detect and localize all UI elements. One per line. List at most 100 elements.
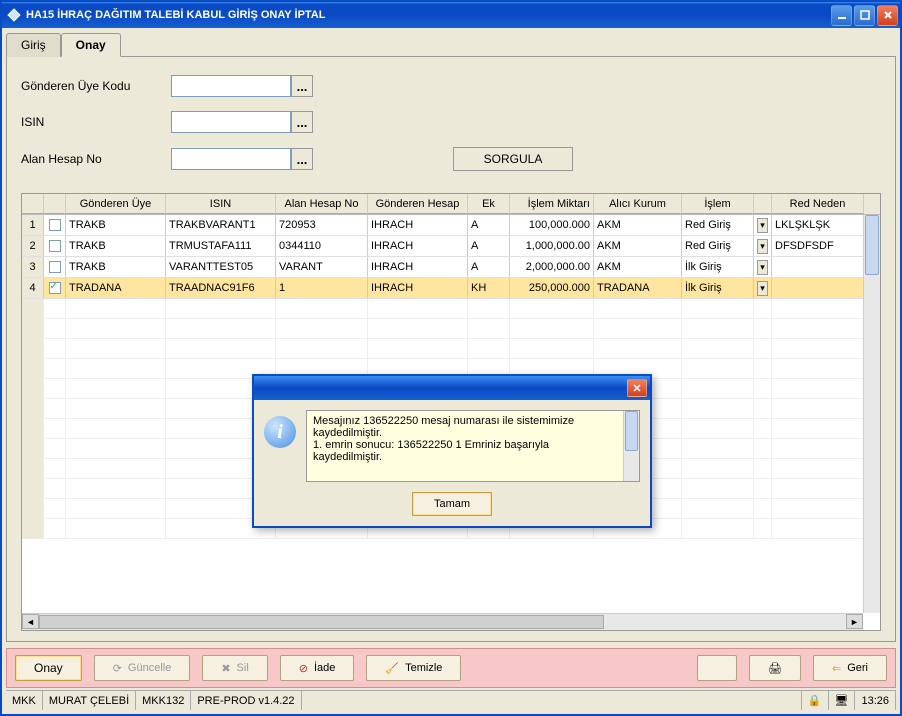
onay-button[interactable]: Onay <box>15 655 82 681</box>
cell-ek: A <box>468 236 510 256</box>
chevron-down-icon[interactable]: ▾ <box>757 239 768 254</box>
dialog-message: Mesajınız 136522250 mesaj numarası ile s… <box>306 410 640 482</box>
status-lock-icon: 🔒 <box>802 691 829 710</box>
col-red-neden[interactable]: Red Neden <box>772 194 864 214</box>
col-isin[interactable]: ISIN <box>166 194 276 214</box>
tab-giris[interactable]: Giriş <box>6 33 61 57</box>
isin-picker[interactable]: ... <box>291 111 313 133</box>
table-row[interactable]: 1TRAKBTRAKBVARANT1720953IHRACHA100,000.0… <box>22 215 880 236</box>
table-row[interactable]: 3TRAKBVARANTTEST05VARANTIHRACHA2,000,000… <box>22 257 880 278</box>
row-index: 1 <box>22 215 44 235</box>
dialog-close-button[interactable]: ✕ <box>627 379 647 397</box>
table-row[interactable]: 4TRADANATRAADNAC91F61IHRACHKH250,000.000… <box>22 278 880 299</box>
maximize-button[interactable] <box>854 5 875 26</box>
row-index: 2 <box>22 236 44 256</box>
cell-gonderen-hesap: IHRACH <box>368 257 468 277</box>
isin-label: ISIN <box>21 115 171 129</box>
alan-hesap-picker[interactable]: ... <box>291 148 313 170</box>
cell-islem-dropdown[interactable]: ▾ <box>754 257 772 277</box>
cancel-icon: ⊘ <box>299 662 308 675</box>
table-row[interactable]: 2TRAKBTRMUSTAFA1110344110IHRACHA1,000,00… <box>22 236 880 257</box>
status-env: PRE-PROD v1.4.22 <box>191 691 301 710</box>
back-icon: ⇐ <box>832 662 841 675</box>
blank-button-1[interactable] <box>697 655 737 681</box>
cell-isin: VARANTTEST05 <box>166 257 276 277</box>
row-checkbox[interactable] <box>44 278 66 298</box>
minimize-button[interactable] <box>831 5 852 26</box>
app-window: HA15 İHRAÇ DAĞITIM TALEBİ KABUL GİRİŞ ON… <box>0 0 902 716</box>
cell-gonderen-uye: TRAKB <box>66 257 166 277</box>
cell-ek: A <box>468 257 510 277</box>
info-icon: i <box>264 416 296 448</box>
app-icon <box>6 7 22 23</box>
iade-button[interactable]: ⊘İade <box>280 655 355 681</box>
print-button[interactable]: 🖨 <box>749 655 801 681</box>
guncelle-button[interactable]: ⟳Güncelle <box>94 655 191 681</box>
status-net-icon: 🖥 <box>829 691 856 710</box>
client-area: Giriş Onay Gönderen Üye Kodu ... ISIN ..… <box>2 28 900 714</box>
cell-gonderen-hesap: IHRACH <box>368 236 468 256</box>
dialog-titlebar: ✕ <box>254 376 650 400</box>
chevron-down-icon[interactable]: ▾ <box>757 218 768 233</box>
status-time: 13:26 <box>855 691 896 710</box>
cell-alan-hesap: 1 <box>276 278 368 298</box>
chevron-down-icon[interactable]: ▾ <box>757 260 768 275</box>
cell-kurum: AKM <box>594 215 682 235</box>
row-checkbox[interactable] <box>44 215 66 235</box>
col-gonderen-uye[interactable]: Gönderen Üye <box>66 194 166 214</box>
row-checkbox[interactable] <box>44 236 66 256</box>
cell-isin: TRAKBVARANT1 <box>166 215 276 235</box>
sil-button[interactable]: ✖Sil <box>202 655 267 681</box>
cell-miktar: 250,000.000 <box>510 278 594 298</box>
cell-gonderen-uye: TRAKB <box>66 236 166 256</box>
cell-islem: İlk Giriş <box>682 257 754 277</box>
gonderen-uye-input[interactable] <box>171 75 291 97</box>
close-button[interactable] <box>877 5 898 26</box>
cell-kurum: AKM <box>594 257 682 277</box>
refresh-icon: ⟳ <box>113 662 122 675</box>
col-alici-kurum[interactable]: Alıcı Kurum <box>594 194 682 214</box>
alan-hesap-label: Alan Hesap No <box>21 152 171 166</box>
grid-vscroll[interactable] <box>863 215 880 613</box>
row-index: 4 <box>22 278 44 298</box>
cell-gonderen-hesap: IHRACH <box>368 278 468 298</box>
cell-red-neden: DFSDFSDF <box>772 236 864 256</box>
hscroll-left[interactable]: ◄ <box>22 614 39 629</box>
gonderen-uye-label: Gönderen Üye Kodu <box>21 79 171 93</box>
cell-kurum: TRADANA <box>594 278 682 298</box>
cell-islem-dropdown[interactable]: ▾ <box>754 236 772 256</box>
col-ek[interactable]: Ek <box>468 194 510 214</box>
dialog-ok-button[interactable]: Tamam <box>412 492 492 516</box>
cell-gonderen-uye: TRAKB <box>66 215 166 235</box>
info-dialog: ✕ i Mesajınız 136522250 mesaj numarası i… <box>252 374 652 528</box>
grid-hscroll[interactable]: ◄ ► <box>22 613 863 630</box>
cell-islem: Red Giriş <box>682 236 754 256</box>
col-islem-miktari[interactable]: İşlem Miktarı <box>510 194 594 214</box>
cell-alan-hesap: VARANT <box>276 257 368 277</box>
cell-islem-dropdown[interactable]: ▾ <box>754 278 772 298</box>
row-index: 3 <box>22 257 44 277</box>
cell-gonderen-hesap: IHRACH <box>368 215 468 235</box>
cell-islem: Red Giriş <box>682 215 754 235</box>
col-gonderen-hesap[interactable]: Gönderen Hesap <box>368 194 468 214</box>
tab-onay[interactable]: Onay <box>61 33 121 57</box>
col-index <box>22 194 44 214</box>
isin-input[interactable] <box>171 111 291 133</box>
sorgula-button[interactable]: SORGULA <box>453 147 573 171</box>
tab-bar: Giriş Onay <box>6 33 896 57</box>
broom-icon: 🧹 <box>385 662 399 675</box>
row-checkbox[interactable] <box>44 257 66 277</box>
geri-button[interactable]: ⇐Geri <box>813 655 887 681</box>
status-user: MURAT ÇELEBİ <box>43 691 136 710</box>
cell-kurum: AKM <box>594 236 682 256</box>
chevron-down-icon[interactable]: ▾ <box>757 281 768 296</box>
empty-row <box>22 319 880 339</box>
cell-islem-dropdown[interactable]: ▾ <box>754 215 772 235</box>
dialog-msg-scroll[interactable] <box>623 411 639 481</box>
hscroll-right[interactable]: ► <box>846 614 863 629</box>
col-alan-hesap[interactable]: Alan Hesap No <box>276 194 368 214</box>
alan-hesap-input[interactable] <box>171 148 291 170</box>
gonderen-uye-picker[interactable]: ... <box>291 75 313 97</box>
col-islem[interactable]: İşlem <box>682 194 754 214</box>
temizle-button[interactable]: 🧹Temizle <box>366 655 461 681</box>
